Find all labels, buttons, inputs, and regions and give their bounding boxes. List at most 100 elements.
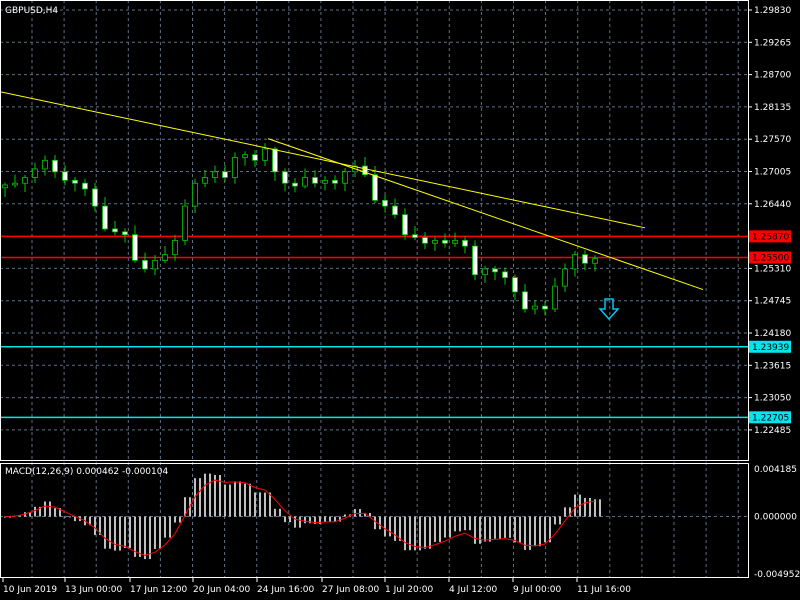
price-tick-label: 1.27570 [754, 135, 791, 145]
candle-body [102, 205, 108, 230]
macd-histogram-bar [169, 516, 171, 538]
horizontal-levels [0, 235, 748, 419]
candle-body [442, 239, 448, 244]
price-tick-label: 1.24745 [754, 297, 791, 307]
macd-histogram-bar [109, 516, 111, 549]
macd-histogram-bar [534, 516, 536, 547]
candle-body [532, 305, 538, 310]
candle-body [382, 199, 388, 207]
macd-tick-label: 0.000000 [754, 513, 797, 523]
macd-histogram-bar [174, 516, 176, 523]
candle-body [582, 254, 588, 264]
candle [432, 236, 438, 251]
candle [562, 263, 568, 293]
candle [132, 225, 138, 263]
candle-body [522, 291, 528, 310]
candle [502, 267, 508, 285]
candle-body [422, 237, 428, 244]
macd-histogram-bar [34, 506, 36, 517]
macd-histogram-bar [434, 516, 436, 542]
candle-body [242, 154, 248, 158]
candle [522, 283, 528, 313]
macd-histogram-bar [69, 516, 71, 518]
macd-histogram-bar [469, 516, 471, 531]
macd-tick-label: 0.004185 [754, 465, 797, 475]
candle-body [392, 205, 398, 216]
candle-body [52, 159, 58, 173]
macd-histogram-bar [274, 508, 276, 517]
candle [292, 178, 298, 193]
price-tick-label: 1.23050 [754, 394, 791, 404]
macd-histogram-bar [249, 483, 251, 517]
macd-histogram-bar [289, 516, 291, 523]
candle-body [572, 254, 578, 270]
candle [462, 236, 468, 254]
candle [312, 170, 318, 188]
candle-body [322, 179, 328, 184]
candle [332, 175, 338, 190]
candle [282, 168, 288, 192]
macd-histogram-bar [339, 516, 341, 522]
candle-body [402, 214, 408, 236]
macd-histogram-bar [359, 509, 361, 517]
candle [392, 198, 398, 219]
candle [102, 197, 108, 232]
candle [212, 165, 218, 183]
macd-histogram-bar [204, 473, 206, 517]
candle-body [282, 171, 288, 184]
macd-histogram-bar [509, 516, 511, 538]
macd-histogram-bar [149, 516, 151, 560]
macd-histogram-bar [519, 516, 521, 543]
candle [322, 176, 328, 191]
candle [32, 162, 38, 183]
macd-histogram-bar [574, 494, 576, 517]
candle-body [272, 148, 278, 173]
candle-body [562, 268, 568, 287]
candle-body [412, 234, 418, 238]
macd-histogram-bar [334, 516, 336, 522]
macd-histogram-bar [229, 484, 231, 517]
macd-histogram-bar [114, 516, 116, 551]
macd-histogram-bar [139, 516, 141, 557]
macd-histogram-bar [389, 516, 391, 537]
macd-histogram-bar [244, 483, 246, 517]
candle [142, 252, 148, 273]
candle [422, 232, 428, 250]
macd-histogram-bar [489, 516, 491, 542]
macd-histogram-bar [254, 492, 256, 517]
candle-body [192, 182, 198, 207]
candle [552, 277, 558, 313]
candle [262, 143, 268, 167]
macd-histogram-bar [234, 481, 236, 517]
price-tick-label: 1.27005 [754, 168, 791, 178]
candle [52, 154, 58, 178]
macd-histogram-bar [54, 508, 56, 517]
macd-histogram-bar [259, 492, 261, 517]
candle-body [452, 239, 458, 244]
time-label: 20 Jun 04:00 [193, 585, 250, 595]
symbol-title: GBPUSD,H4 [5, 6, 58, 16]
candle [402, 208, 408, 240]
macd-histogram-bar [374, 516, 376, 530]
candle-body [292, 182, 298, 187]
candle-body [432, 239, 438, 244]
candle [342, 168, 348, 191]
candle-body [332, 179, 338, 184]
candle-body [62, 171, 68, 181]
candle-body [512, 277, 518, 293]
time-label: 9 Jul 00:00 [513, 585, 562, 595]
macd-histogram-bar [299, 516, 301, 528]
candle-body [462, 239, 468, 247]
candle-body [2, 184, 8, 189]
macd-histogram-bar [269, 492, 271, 517]
candle [452, 232, 458, 247]
time-label: 1 Jul 20:00 [385, 585, 434, 595]
macd-histogram-bar [504, 516, 506, 538]
candle-body [112, 228, 118, 233]
macd-histogram-bar [494, 516, 496, 539]
price-tick-label: 1.29830 [754, 6, 791, 16]
price-chart[interactable]: 1.29830 1.29265 1.28700 1.28135 1.27570 1.270… [0, 0, 800, 600]
macd-histogram-bar [129, 516, 131, 548]
candle-body [212, 171, 218, 178]
candle-body [262, 148, 268, 161]
